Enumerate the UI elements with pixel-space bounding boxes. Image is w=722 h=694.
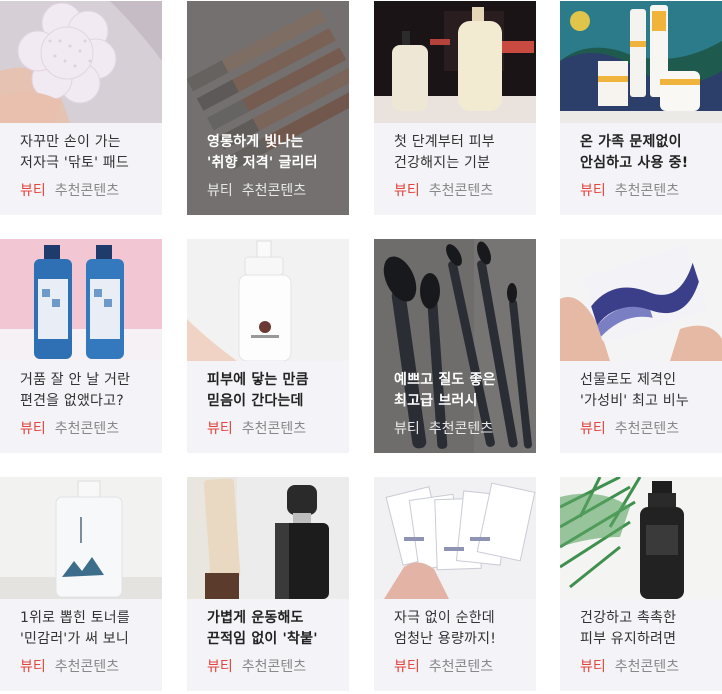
category-label[interactable]: 뷰티: [20, 421, 46, 437]
card-title-line-1: 자꾸만 손이 가는: [20, 134, 121, 150]
card-text: 피부에 닿는 만큼 믿음이 간다는데: [207, 370, 341, 412]
content-card[interactable]: 선물로도 제격인 '가성비' 최고 비누 뷰티 추천콘텐츠: [560, 239, 722, 453]
content-card[interactable]: 영롱하게 빛나는 '취향 저격' 글리터 뷰티 추천콘텐츠: [187, 1, 349, 215]
card-title-line-1: 첫 단계부터 피부: [394, 134, 495, 150]
family-cream-photo: [560, 1, 722, 123]
tag-label[interactable]: 추천콘텐츠: [615, 659, 679, 675]
primer-bottles-photo: [187, 477, 349, 599]
card-text: 예쁘고 질도 좋은 최고급 브러시: [394, 370, 528, 412]
tag-label[interactable]: 추천콘텐츠: [242, 421, 306, 437]
category-label[interactable]: 뷰티: [207, 659, 233, 675]
tag-label[interactable]: 추천콘텐츠: [429, 659, 493, 675]
tag-label[interactable]: 추천콘텐츠: [429, 183, 493, 199]
category-label[interactable]: 뷰티: [207, 421, 233, 437]
card-text: 자꾸만 손이 가는 저자극 '닦토' 패드: [20, 132, 154, 174]
card-text: 가볍게 운동해도 끈적임 없이 '착붙': [207, 608, 341, 650]
card-meta: 뷰티 추천콘텐츠: [580, 420, 679, 438]
pump-bottle-photo: [187, 239, 349, 361]
card-title-line-1: 건강하고 촉촉한: [580, 610, 677, 626]
card-title-line-2: 건강해지는 기분: [394, 155, 491, 171]
card-text: 자극 없이 순한데 엄청난 용량까지!: [394, 608, 528, 650]
category-label[interactable]: 뷰티: [580, 421, 606, 437]
card-title-line-2: 안심하고 사용 중!: [580, 155, 689, 171]
content-card[interactable]: 피부에 닿는 만큼 믿음이 간다는데 뷰티 추천콘텐츠: [187, 239, 349, 453]
card-title-line-2: 믿음이 간다는데: [207, 393, 304, 409]
content-card[interactable]: 가볍게 운동해도 끈적임 없이 '착붙' 뷰티 추천콘텐츠: [187, 477, 349, 691]
category-label[interactable]: 뷰티: [20, 183, 46, 199]
content-card[interactable]: 건강하고 촉촉한 피부 유지하려면 뷰티 추천콘텐츠: [560, 477, 722, 691]
content-card[interactable]: 온 가족 문제없이 안심하고 사용 중! 뷰티 추천콘텐츠: [560, 1, 722, 215]
content-grid: 자꾸만 손이 가는 저자극 '닦토' 패드 뷰티 추천콘텐츠 영롱하게 빛나는 …: [0, 0, 722, 694]
content-card[interactable]: 거품 잘 안 날 거란 편견을 없앴다고? 뷰티 추천콘텐츠: [0, 239, 162, 453]
card-title-line-1: 영롱하게 빛나는: [207, 134, 304, 150]
card-meta: 뷰티 추천콘텐츠: [580, 658, 679, 676]
card-title-line-2: '민감러'가 써 보니: [20, 631, 129, 647]
tag-label[interactable]: 추천콘텐츠: [242, 183, 306, 199]
tag-label[interactable]: 추천콘텐츠: [429, 421, 493, 437]
card-title-line-1: 피부에 닿는 만큼: [207, 372, 309, 388]
category-label[interactable]: 뷰티: [207, 183, 233, 199]
card-title-line-2: '취향 저격' 글리터: [207, 155, 318, 171]
card-title-line-2: '가성비' 최고 비누: [580, 393, 689, 409]
card-meta: 뷰티 추천콘텐츠: [20, 658, 119, 676]
card-text: 선물로도 제격인 '가성비' 최고 비누: [580, 370, 714, 412]
card-title-line-2: 끈적임 없이 '착붙': [207, 631, 318, 647]
card-meta: 뷰티 추천콘텐츠: [207, 420, 306, 438]
content-card[interactable]: 첫 단계부터 피부 건강해지는 기분 뷰티 추천콘텐츠: [374, 1, 536, 215]
mist-spray-photo: [560, 477, 722, 599]
tag-label[interactable]: 추천콘텐츠: [615, 421, 679, 437]
content-card[interactable]: 1위로 뽑힌 토너를 '민감러'가 써 보니 뷰티 추천콘텐츠: [0, 477, 162, 691]
tag-label[interactable]: 추천콘텐츠: [55, 659, 119, 675]
card-meta: 뷰티 추천콘텐츠: [20, 182, 119, 200]
card-text: 온 가족 문제없이 안심하고 사용 중!: [580, 132, 714, 174]
card-title-line-1: 가볍게 운동해도: [207, 610, 304, 626]
card-title-line-2: 최고급 브러시: [394, 393, 478, 409]
card-meta: 뷰티 추천콘텐츠: [394, 420, 493, 438]
card-text: 첫 단계부터 피부 건강해지는 기분: [394, 132, 528, 174]
category-label[interactable]: 뷰티: [20, 659, 46, 675]
card-title-line-2: 피부 유지하려면: [580, 631, 677, 647]
card-title-line-1: 자극 없이 순한데: [394, 610, 495, 626]
card-meta: 뷰티 추천콘텐츠: [394, 182, 493, 200]
card-title-line-2: 편견을 없앴다고?: [20, 393, 124, 409]
sheet-pads-photo: [374, 477, 536, 599]
tag-label[interactable]: 추천콘텐츠: [242, 659, 306, 675]
category-label[interactable]: 뷰티: [394, 421, 420, 437]
marble-soap-photo: [560, 239, 722, 361]
content-card[interactable]: 예쁘고 질도 좋은 최고급 브러시 뷰티 추천콘텐츠: [374, 239, 536, 453]
card-title-line-1: 온 가족 문제없이: [580, 134, 682, 150]
category-label[interactable]: 뷰티: [580, 183, 606, 199]
serum-bottles-photo: [374, 1, 536, 123]
card-title-line-1: 예쁘고 질도 좋은: [394, 372, 496, 388]
tag-label[interactable]: 추천콘텐츠: [615, 183, 679, 199]
category-label[interactable]: 뷰티: [394, 183, 420, 199]
card-title-line-2: 저자극 '닦토' 패드: [20, 155, 129, 171]
toner-bottle-photo: [0, 477, 162, 599]
card-meta: 뷰티 추천콘텐츠: [207, 658, 306, 676]
card-text: 영롱하게 빛나는 '취향 저격' 글리터: [207, 132, 341, 174]
card-title-line-1: 1위로 뽑힌 토너를: [20, 610, 130, 626]
card-title-line-2: 엄청난 용량까지!: [394, 631, 497, 647]
card-meta: 뷰티 추천콘텐츠: [20, 420, 119, 438]
cotton-pad-photo: [0, 1, 162, 123]
card-meta: 뷰티 추천콘텐츠: [580, 182, 679, 200]
card-text: 건강하고 촉촉한 피부 유지하려면: [580, 608, 714, 650]
tag-label[interactable]: 추천콘텐츠: [55, 183, 119, 199]
category-label[interactable]: 뷰티: [394, 659, 420, 675]
content-card[interactable]: 자극 없이 순한데 엄청난 용량까지! 뷰티 추천콘텐츠: [374, 477, 536, 691]
card-text: 거품 잘 안 날 거란 편견을 없앴다고?: [20, 370, 154, 412]
card-meta: 뷰티 추천콘텐츠: [207, 182, 306, 200]
content-card[interactable]: 자꾸만 손이 가는 저자극 '닦토' 패드 뷰티 추천콘텐츠: [0, 1, 162, 215]
card-title-line-1: 거품 잘 안 날 거란: [20, 372, 131, 388]
tag-label[interactable]: 추천콘텐츠: [55, 421, 119, 437]
shampoo-bottles-photo: [0, 239, 162, 361]
card-text: 1위로 뽑힌 토너를 '민감러'가 써 보니: [20, 608, 154, 650]
card-meta: 뷰티 추천콘텐츠: [394, 658, 493, 676]
card-title-line-1: 선물로도 제격인: [580, 372, 677, 388]
category-label[interactable]: 뷰티: [580, 659, 606, 675]
